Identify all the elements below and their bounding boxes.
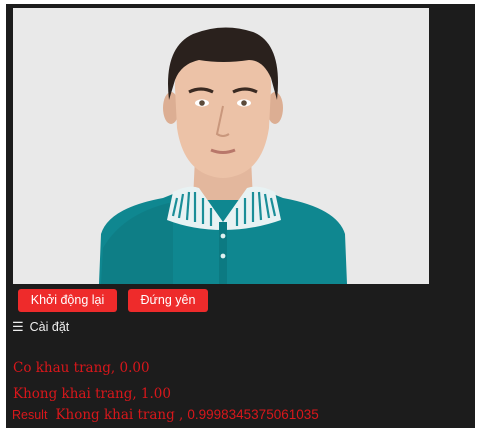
prediction-mask: Co khau trang, 0.00 (13, 360, 150, 376)
settings-label: Cài đặt (29, 320, 70, 334)
result-score: 0.9998345375061035 (187, 407, 319, 422)
restart-button[interactable]: Khởi động lại (18, 289, 117, 312)
webcam-feed (13, 8, 429, 284)
result-line: Result Khong khai trang , 0.99983453750610… (12, 406, 319, 424)
result-label: Result (12, 408, 48, 422)
hamburger-icon: ☰ (12, 319, 24, 334)
result-class: Khong khai trang , (55, 407, 184, 423)
stop-button[interactable]: Đứng yên (128, 289, 208, 312)
app-panel: Khởi động lại Đứng yên ☰ Cài đặt Co khau … (6, 4, 475, 428)
settings-menu[interactable]: ☰ Cài đặt (12, 318, 69, 336)
person-image (13, 8, 429, 284)
prediction-no-mask: Khong khai trang, 1.00 (13, 386, 171, 402)
